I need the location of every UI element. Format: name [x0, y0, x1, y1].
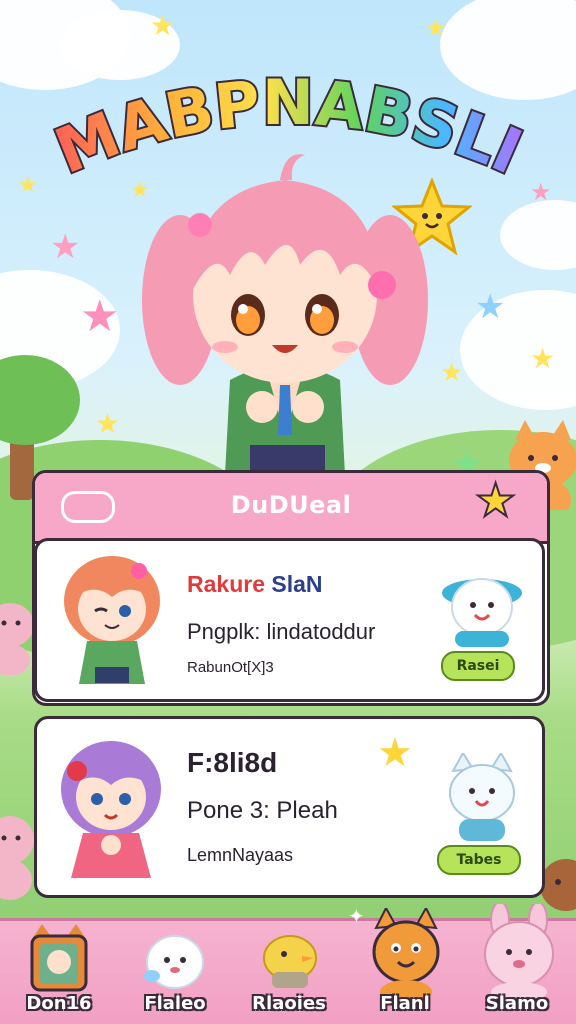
nav-label: Flaleo [144, 993, 206, 1014]
nav-label: Slamo [485, 993, 549, 1014]
card-name-part2: SlaN [271, 571, 323, 597]
card-line-3: LemnNayaas [187, 845, 294, 865]
star-icon: ★ [475, 287, 506, 327]
dialog-title: DuDUeal [230, 491, 352, 519]
player-avatar [64, 556, 160, 684]
star-icon: ★ [80, 291, 120, 342]
star-icon: ★ [530, 342, 556, 375]
card-name: F:8li8d [187, 747, 278, 778]
star-icon: ★ [50, 227, 81, 267]
nav-label: Don16 [26, 993, 92, 1014]
card-name-part1: Rakure [187, 571, 265, 597]
bird-icon [263, 935, 317, 988]
rasei-button[interactable]: Rasei [441, 651, 515, 681]
main-character [142, 154, 428, 475]
blue-cat-icon [442, 578, 522, 647]
white-cat-icon [449, 753, 515, 841]
star-icon: ★ [425, 14, 447, 42]
star-icon: ★ [440, 358, 464, 388]
player-avatar [61, 741, 161, 878]
tabes-button[interactable]: Tabes [437, 845, 521, 875]
game-screen: ★ ★ ★ ★ ★ ★ ★ ★ ★ ★ ★ ★ MABPNABSLI DuDUe… [0, 0, 576, 1024]
nav-label: Flanl [380, 993, 430, 1014]
nav-item-flaleo[interactable]: Flaleo [120, 924, 230, 1024]
star-icon: ★ [150, 9, 176, 42]
orange-cat-icon [372, 908, 440, 1004]
card-line-3: RabunOt[X]3 [187, 659, 274, 676]
player-card[interactable]: Rakure SlaN Pngplk: lindatoddur RabunOt[… [34, 538, 545, 702]
pink-cat-character [0, 603, 34, 675]
nav-item-rlaoies[interactable]: Rlaoies [234, 924, 344, 1024]
card-line-2: Pngplk: lindatoddur [187, 619, 376, 644]
bunny-icon [144, 935, 204, 989]
dialog-header: DuDUeal [35, 473, 547, 544]
star-icon: ★ [95, 407, 121, 440]
cloud [500, 200, 576, 270]
card-line-2: Pone 3: Pleah [187, 797, 338, 824]
sparkle-icon: ✦ [348, 904, 365, 928]
star-icon: ★ [377, 730, 413, 776]
nav-item-flanl[interactable]: Flanl [350, 908, 460, 1024]
pink-cat-character [0, 816, 34, 900]
card-name: Rakure SlaN [187, 571, 323, 598]
player-card[interactable]: F:8li8d Pone 3: Pleah LemnNayaas ★ Tabes [34, 716, 545, 898]
pink-bunny-icon [484, 904, 554, 1002]
nav-item-don16[interactable]: Don16 [4, 924, 114, 1024]
nav-item-slamo[interactable]: Slamo [462, 904, 572, 1024]
star-icon: ★ [474, 473, 517, 527]
fox-portrait-icon [30, 924, 88, 992]
nav-label: Rlaoies [252, 993, 326, 1014]
